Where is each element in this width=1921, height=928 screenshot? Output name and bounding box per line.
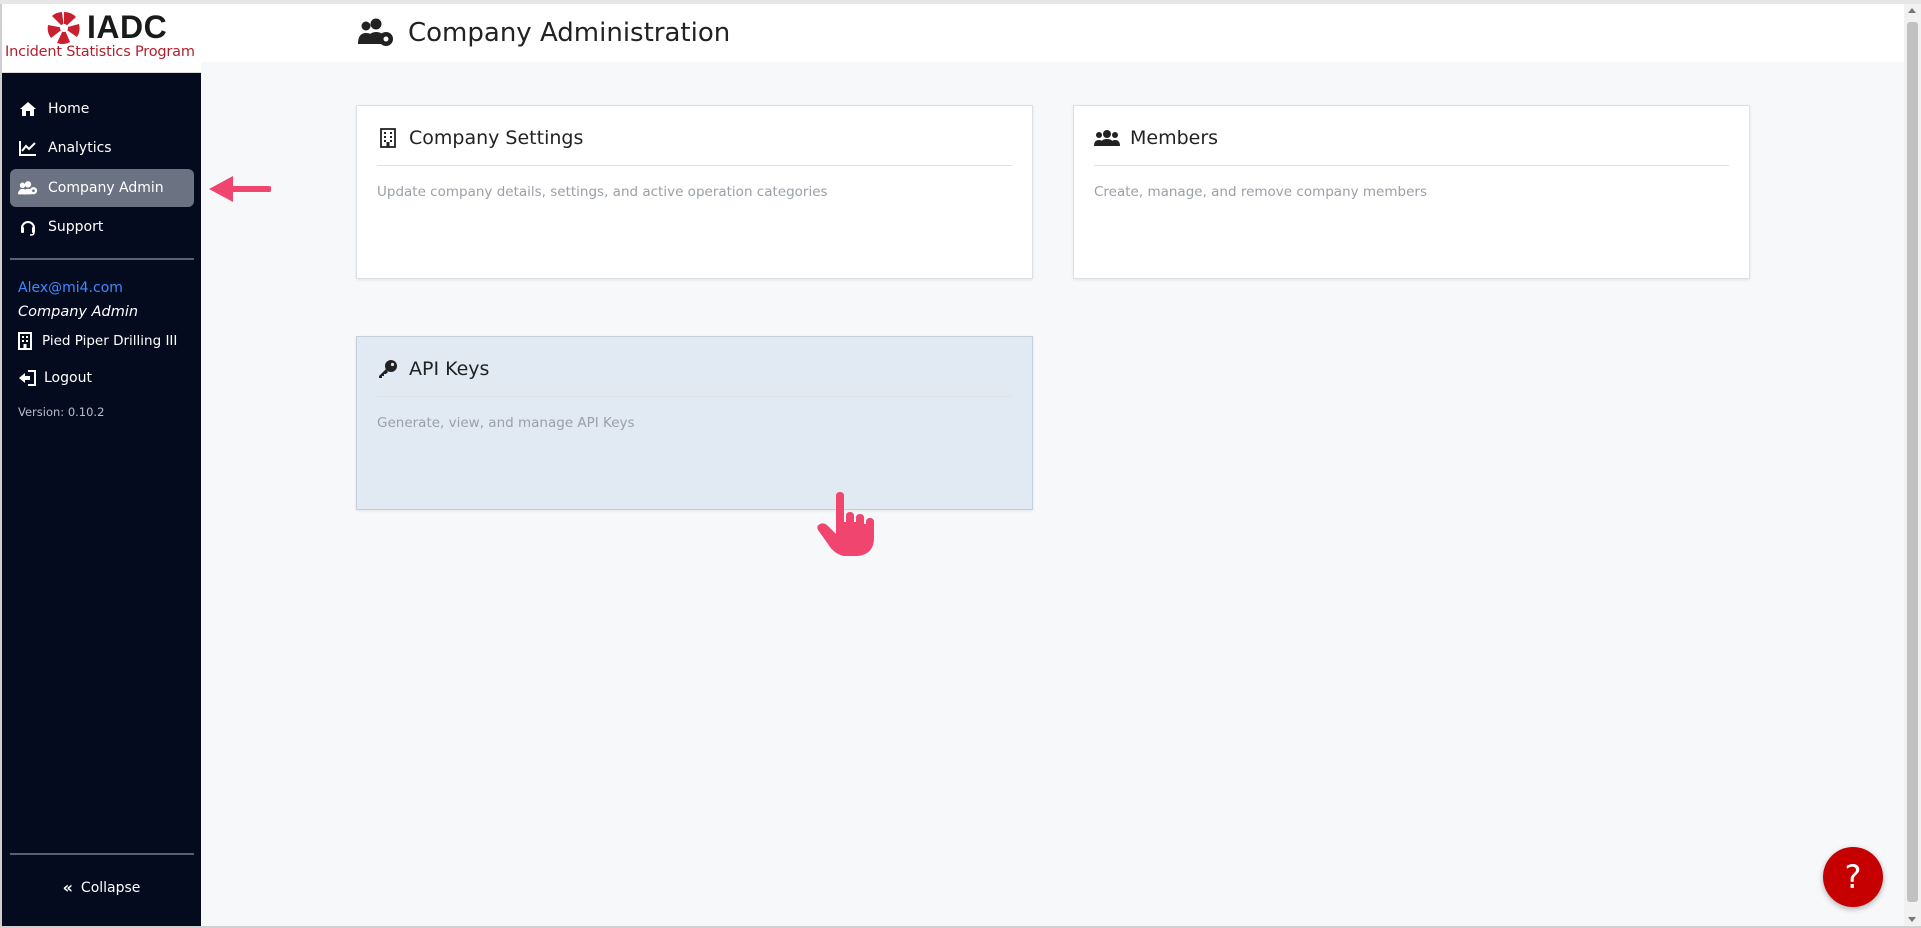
- help-button[interactable]: ?: [1823, 847, 1883, 907]
- card-description: Update company details, settings, and ac…: [377, 184, 828, 200]
- sidebar-item-support[interactable]: Support: [10, 208, 194, 246]
- page-title: Company Administration: [358, 18, 730, 48]
- logout-label: Logout: [44, 370, 92, 386]
- sidebar: IADC Incident Statistics Program Home An…: [0, 4, 201, 928]
- scroll-thumb[interactable]: [1907, 22, 1918, 902]
- brand-logo[interactable]: IADC Incident Statistics Program: [2, 4, 201, 73]
- sidebar-item-analytics[interactable]: Analytics: [10, 129, 194, 167]
- sidebar-item-label: Home: [48, 101, 90, 117]
- users-icon: [1094, 127, 1120, 149]
- logout-button[interactable]: Logout: [18, 370, 92, 386]
- scroll-up-icon[interactable]: [1908, 8, 1916, 13]
- iadc-logo-icon: [47, 11, 80, 44]
- card-header: API Keys: [377, 355, 1012, 397]
- building-icon: [18, 332, 32, 350]
- card-title: Members: [1130, 126, 1219, 149]
- main-content: Company Administration Company Settings …: [201, 4, 1904, 928]
- company-selector[interactable]: Pied Piper Drilling III: [18, 332, 177, 350]
- logo-text: IADC: [87, 9, 168, 45]
- user-email-link[interactable]: Alex@mi4.com: [18, 280, 123, 296]
- card-header: Company Settings: [377, 124, 1012, 166]
- chart-line-icon: [18, 139, 38, 157]
- users-cog-icon: [358, 18, 393, 46]
- sidebar-item-company-admin[interactable]: Company Admin: [10, 169, 194, 207]
- sidebar-divider-bottom: [10, 853, 194, 855]
- card-description: Create, manage, and remove company membe…: [1094, 184, 1427, 200]
- annotation-arrow-icon: [209, 176, 271, 202]
- double-chevron-left-icon: «: [62, 878, 73, 897]
- version-text: Version: 0.10.2: [18, 405, 105, 419]
- card-header: Members: [1094, 124, 1729, 166]
- sidebar-item-label: Analytics: [48, 140, 112, 156]
- company-name: Pied Piper Drilling III: [42, 333, 178, 349]
- sidebar-item-home[interactable]: Home: [10, 90, 194, 128]
- api-keys-card[interactable]: API Keys Generate, view, and manage API …: [356, 336, 1033, 510]
- headset-icon: [18, 218, 38, 236]
- sidebar-item-label: Company Admin: [48, 180, 164, 196]
- company-settings-card[interactable]: Company Settings Update company details,…: [356, 105, 1033, 279]
- page-header: Company Administration: [201, 4, 1904, 62]
- page-title-text: Company Administration: [408, 18, 731, 48]
- card-title: Company Settings: [409, 126, 584, 149]
- card-title: API Keys: [409, 357, 490, 380]
- home-icon: [18, 100, 38, 118]
- scroll-down-icon[interactable]: [1908, 917, 1916, 922]
- sign-out-icon: [18, 370, 36, 386]
- collapse-label: Collapse: [80, 879, 141, 896]
- collapse-button[interactable]: « Collapse: [2, 878, 201, 897]
- members-card[interactable]: Members Create, manage, and remove compa…: [1073, 105, 1750, 279]
- sidebar-divider: [10, 258, 194, 260]
- sidebar-item-label: Support: [48, 219, 104, 235]
- users-cog-icon: [18, 179, 38, 197]
- program-subtitle: Incident Statistics Program: [5, 44, 195, 60]
- logo-row: IADC: [46, 9, 167, 46]
- building-icon: [377, 127, 399, 149]
- user-role: Company Admin: [18, 304, 139, 320]
- pointer-hand-icon: [817, 492, 874, 556]
- card-description: Generate, view, and manage API Keys: [377, 415, 635, 431]
- vertical-scrollbar[interactable]: [1904, 4, 1921, 928]
- key-icon: [377, 358, 399, 380]
